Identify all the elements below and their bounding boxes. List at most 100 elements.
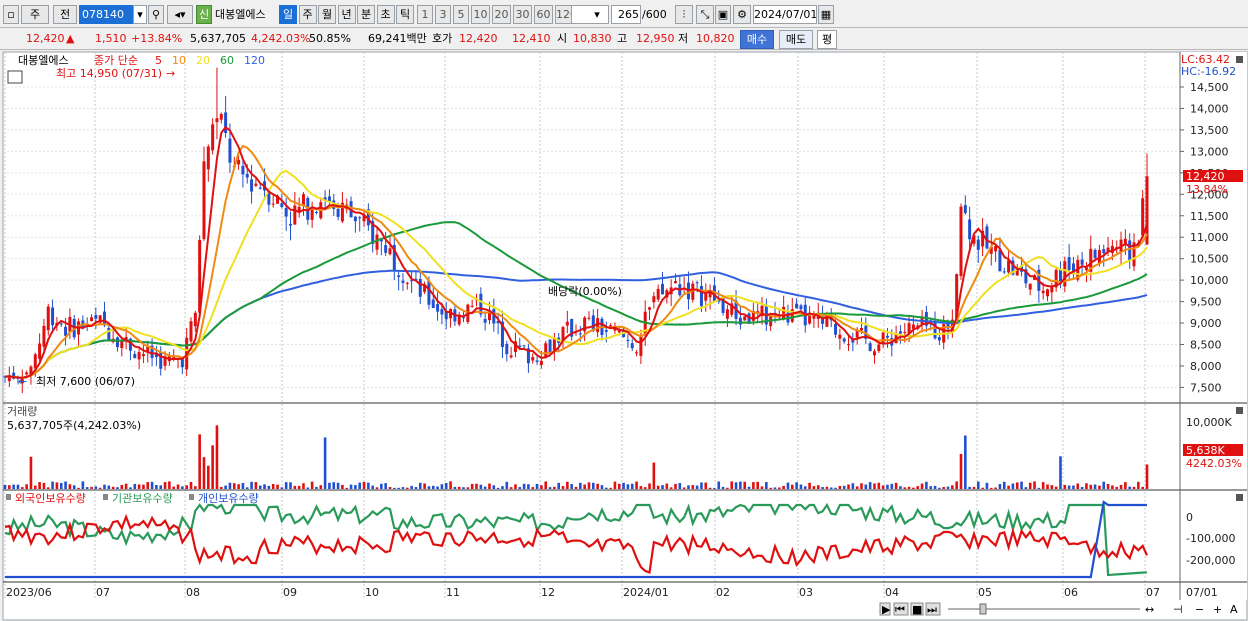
volume-bar	[120, 484, 124, 489]
candle-body	[639, 335, 643, 356]
calendar-icon[interactable]: ▦	[818, 5, 834, 24]
volume-bar	[271, 484, 275, 489]
candle-body	[211, 124, 215, 151]
volume-bar	[59, 482, 63, 489]
volume-bar	[643, 487, 647, 489]
volume-bar	[55, 482, 59, 489]
price-change: 1,510	[95, 32, 127, 45]
volume-bar	[284, 482, 288, 489]
last-price: 12,420	[1186, 170, 1225, 183]
volume-bar	[981, 487, 984, 489]
candle-body	[1141, 198, 1145, 236]
candle-body	[59, 323, 63, 325]
close-icon[interactable]	[1236, 407, 1243, 414]
ma-legend-item: 60	[220, 54, 234, 67]
menu-button[interactable]: 주	[21, 5, 49, 24]
close-icon[interactable]	[1236, 494, 1243, 501]
volume-bar	[592, 482, 595, 489]
sell-button[interactable]: 매도	[779, 30, 813, 49]
search-icon[interactable]: ⚲	[148, 5, 164, 24]
candle-body	[661, 283, 665, 295]
volume-bar	[479, 484, 483, 489]
table-icon[interactable]	[7, 70, 23, 84]
volume-bar	[1080, 486, 1084, 489]
candle-body	[604, 330, 608, 332]
volume-bar	[1020, 481, 1023, 489]
draw-tool-icon[interactable]: ⤡	[696, 5, 714, 24]
volume-bar	[561, 486, 565, 489]
period-tab[interactable]: 분	[357, 5, 375, 24]
volume-bar	[1076, 483, 1080, 489]
volume-bar	[708, 487, 712, 489]
volume-bar	[1106, 483, 1110, 489]
volume-bar	[155, 484, 158, 489]
volume-bar	[769, 487, 772, 489]
stock-code-input[interactable]: 078140	[79, 5, 134, 24]
candle-body	[375, 234, 379, 250]
volume-bar	[16, 484, 20, 489]
date-tick: 11	[446, 586, 460, 599]
candle-body	[968, 219, 972, 240]
volume-bar	[535, 483, 539, 489]
candle-body	[137, 351, 141, 360]
volume-bar	[168, 481, 171, 489]
candle-body	[241, 165, 245, 175]
volume-bar	[639, 486, 643, 489]
speaker-icon[interactable]: ◂▾	[167, 5, 193, 24]
price-tick: 9,500	[1190, 296, 1222, 309]
close-icon[interactable]	[1236, 56, 1243, 63]
candle-body	[782, 306, 786, 319]
interval-tab[interactable]: 10	[471, 5, 490, 24]
interval-tab[interactable]: 1	[417, 5, 433, 24]
volume-bar	[1024, 487, 1028, 489]
volume-bar	[12, 484, 15, 489]
volume-bar	[137, 484, 141, 489]
count-input[interactable]: 265	[611, 5, 641, 24]
interval-tab[interactable]: 60	[534, 5, 553, 24]
volume-bar	[228, 482, 232, 489]
period-tab[interactable]: 월	[318, 5, 336, 24]
volume-bar	[427, 486, 431, 489]
chevron-down-icon[interactable]: ▾	[133, 5, 147, 24]
avg-button[interactable]: 평	[817, 30, 837, 49]
candle-body	[107, 327, 111, 340]
candle-body	[937, 337, 941, 341]
volume-bar	[509, 487, 513, 489]
volume-bar	[825, 486, 829, 489]
prev-button[interactable]: 전	[53, 5, 77, 24]
volume-bar	[107, 485, 111, 489]
date-tick: 12	[541, 586, 555, 599]
period-tab[interactable]: 초	[376, 5, 395, 24]
volume-bar	[803, 486, 807, 489]
stock-chart[interactable]: 14,50014,00013,50013,00012,50012,00011,5…	[0, 50, 1248, 621]
holder-legend-item: 외국인보유수량	[15, 492, 86, 505]
last-volume-pct: 4242.03%	[1186, 457, 1242, 470]
candle-icon[interactable]: ⫶	[675, 5, 693, 24]
period-tab[interactable]: 일	[279, 5, 297, 24]
interval-tab[interactable]: 20	[492, 5, 511, 24]
candle-body	[976, 239, 980, 250]
window-icon[interactable]: ▫	[3, 5, 19, 24]
candle-body	[799, 305, 803, 310]
volume-bar	[907, 486, 911, 489]
volume-bar	[349, 484, 353, 489]
volume-bar	[133, 483, 137, 489]
volume-bar	[1124, 482, 1127, 489]
holder-legend-item: 기관보유수량	[112, 492, 173, 505]
low-note: 최저 7,600 (06/07)	[36, 375, 135, 388]
gear-icon[interactable]: ⚙	[733, 5, 751, 24]
candle-body	[795, 303, 799, 309]
period-tab[interactable]: 틱	[396, 5, 414, 24]
period-tab[interactable]: 주	[298, 5, 317, 24]
date-input[interactable]: 2024/07/01	[753, 5, 817, 24]
interval-tab[interactable]: 5	[453, 5, 469, 24]
buy-button[interactable]: 매수	[740, 30, 774, 49]
candle-body	[842, 338, 846, 342]
volume-bar	[730, 481, 734, 489]
interval-tab[interactable]: 3	[435, 5, 451, 24]
save-icon[interactable]: ▣	[715, 5, 731, 24]
interval-select[interactable]: ▾	[571, 5, 609, 24]
interval-tab[interactable]: 30	[513, 5, 532, 24]
period-tab[interactable]: 년	[337, 5, 356, 24]
volume-bar	[925, 481, 928, 489]
